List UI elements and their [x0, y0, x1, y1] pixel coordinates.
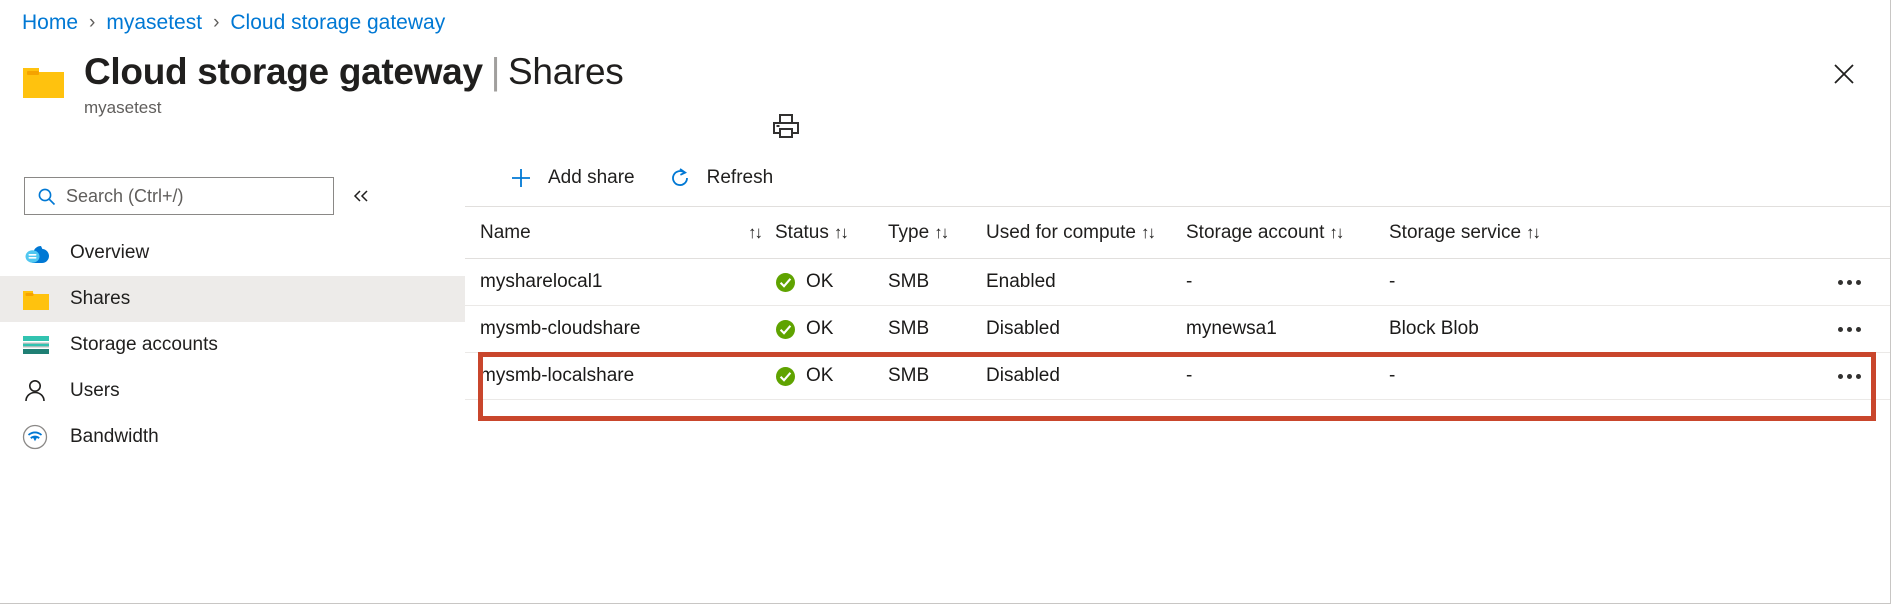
status-label: OK	[806, 318, 833, 340]
cell-storage-service: Block Blob	[1389, 318, 1587, 340]
breadcrumb: Home › myasetest › Cloud storage gateway	[22, 8, 445, 38]
user-icon	[22, 378, 52, 404]
refresh-button[interactable]: Refresh	[661, 160, 786, 196]
add-share-button[interactable]: Add share	[502, 160, 647, 196]
cell-storage-account: -	[1186, 365, 1389, 387]
sidebar-item-label: Overview	[70, 242, 149, 264]
column-header-used-for-compute[interactable]: Used for compute ↑↓	[986, 222, 1186, 244]
sidebar-item-label: Bandwidth	[70, 426, 159, 448]
breadcrumb-separator-icon: ›	[89, 12, 95, 34]
refresh-label: Refresh	[707, 167, 774, 189]
search-icon	[37, 187, 56, 206]
resource-name-subtitle: myasetest	[84, 98, 161, 118]
more-options-icon[interactable]	[1830, 314, 1868, 344]
cell-storage-service: -	[1389, 271, 1587, 293]
column-header-storage-account[interactable]: Storage account ↑↓	[1186, 222, 1389, 244]
cell-status: OK	[775, 318, 888, 340]
table-row[interactable]: mysmb-localshare OK SMB Disabled - -	[465, 353, 1890, 400]
table-header-row: Name ↑↓ Status ↑↓ Type ↑↓ Used for compu…	[465, 207, 1890, 259]
sidebar-item-bandwidth[interactable]: Bandwidth	[0, 414, 465, 460]
cell-storage-service: -	[1389, 365, 1587, 387]
cell-name: mysmb-cloudshare	[480, 318, 775, 340]
cell-used-for-compute: Disabled	[986, 318, 1186, 340]
breadcrumb-item-home[interactable]: Home	[22, 11, 78, 35]
column-header-storage-service[interactable]: Storage service ↑↓	[1389, 222, 1587, 244]
sort-arrows-icon: ↑↓	[748, 223, 761, 243]
cell-used-for-compute: Disabled	[986, 365, 1186, 387]
check-circle-icon	[775, 366, 796, 387]
cell-name: mysharelocal1	[480, 271, 775, 293]
cell-type: SMB	[888, 365, 986, 387]
sidebar: Overview Shares	[0, 168, 465, 603]
sidebar-item-shares[interactable]: Shares	[0, 276, 465, 322]
chevron-double-left-icon[interactable]	[346, 182, 376, 210]
sort-arrows-icon: ↑↓	[1141, 223, 1154, 243]
bandwidth-icon	[22, 424, 52, 450]
add-share-label: Add share	[548, 167, 635, 189]
more-options-icon[interactable]	[1830, 267, 1868, 297]
refresh-icon	[665, 166, 695, 190]
cell-status: OK	[775, 365, 888, 387]
sort-arrows-icon: ↑↓	[1526, 223, 1539, 243]
sort-arrows-icon: ↑↓	[1329, 223, 1342, 243]
shares-content-pane: Add share Refresh Name ↑↓	[465, 150, 1890, 603]
column-header-label: Status	[775, 222, 829, 244]
storage-account-icon	[22, 332, 52, 358]
page-title-section: Shares	[508, 51, 623, 92]
sidebar-item-label: Shares	[70, 288, 130, 310]
title-divider: |	[491, 51, 500, 92]
sidebar-nav-list: Overview Shares	[0, 230, 465, 460]
print-icon[interactable]	[764, 106, 808, 146]
status-label: OK	[806, 271, 833, 293]
cloud-icon	[22, 240, 52, 266]
cell-type: SMB	[888, 318, 986, 340]
sidebar-item-users[interactable]: Users	[0, 368, 465, 414]
shares-table: Name ↑↓ Status ↑↓ Type ↑↓ Used for compu…	[465, 207, 1890, 400]
folder-icon	[22, 64, 66, 100]
column-header-name[interactable]: Name ↑↓	[480, 222, 775, 244]
check-circle-icon	[775, 319, 796, 340]
sort-arrows-icon: ↑↓	[834, 223, 847, 243]
command-bar: Add share Refresh	[465, 150, 1890, 206]
folder-icon	[22, 286, 52, 312]
column-header-label: Storage service	[1389, 222, 1521, 244]
column-header-label: Storage account	[1186, 222, 1324, 244]
status-label: OK	[806, 365, 833, 387]
page-title: Cloud storage gateway|Shares	[84, 48, 623, 96]
column-header-status[interactable]: Status ↑↓	[775, 222, 888, 244]
azure-portal-blade: Home › myasetest › Cloud storage gateway…	[0, 0, 1891, 604]
cell-name: mysmb-localshare	[480, 365, 775, 387]
sort-arrows-icon: ↑↓	[934, 223, 947, 243]
page-title-main: Cloud storage gateway	[84, 51, 483, 92]
blade-title-row: Cloud storage gateway|Shares myasetest	[22, 48, 1830, 110]
breadcrumb-item-myasetest[interactable]: myasetest	[106, 11, 202, 35]
cell-used-for-compute: Enabled	[986, 271, 1186, 293]
column-header-label: Type	[888, 222, 929, 244]
cell-actions	[1587, 361, 1890, 391]
check-circle-icon	[775, 272, 796, 293]
sidebar-item-overview[interactable]: Overview	[0, 230, 465, 276]
breadcrumb-separator-icon: ›	[213, 12, 219, 34]
plus-icon	[506, 166, 536, 190]
cell-actions	[1587, 314, 1890, 344]
cell-actions	[1587, 267, 1890, 297]
cell-storage-account: mynewsa1	[1186, 318, 1389, 340]
sidebar-item-storage-accounts[interactable]: Storage accounts	[0, 322, 465, 368]
cell-type: SMB	[888, 271, 986, 293]
cell-status: OK	[775, 271, 888, 293]
table-row[interactable]: mysmb-cloudshare OK SMB Disabled mynewsa…	[465, 306, 1890, 353]
search-box[interactable]	[24, 177, 334, 215]
search-input[interactable]	[64, 185, 325, 208]
close-button[interactable]	[1824, 54, 1864, 94]
sidebar-item-label: Storage accounts	[70, 334, 218, 356]
column-header-label: Used for compute	[986, 222, 1136, 244]
sidebar-item-label: Users	[70, 380, 120, 402]
column-header-label: Name	[480, 222, 531, 244]
column-header-type[interactable]: Type ↑↓	[888, 222, 986, 244]
cell-storage-account: -	[1186, 271, 1389, 293]
table-row[interactable]: mysharelocal1 OK SMB Enabled - -	[465, 259, 1890, 306]
breadcrumb-item-cloud-storage-gateway[interactable]: Cloud storage gateway	[230, 11, 445, 35]
more-options-icon[interactable]	[1830, 361, 1868, 391]
